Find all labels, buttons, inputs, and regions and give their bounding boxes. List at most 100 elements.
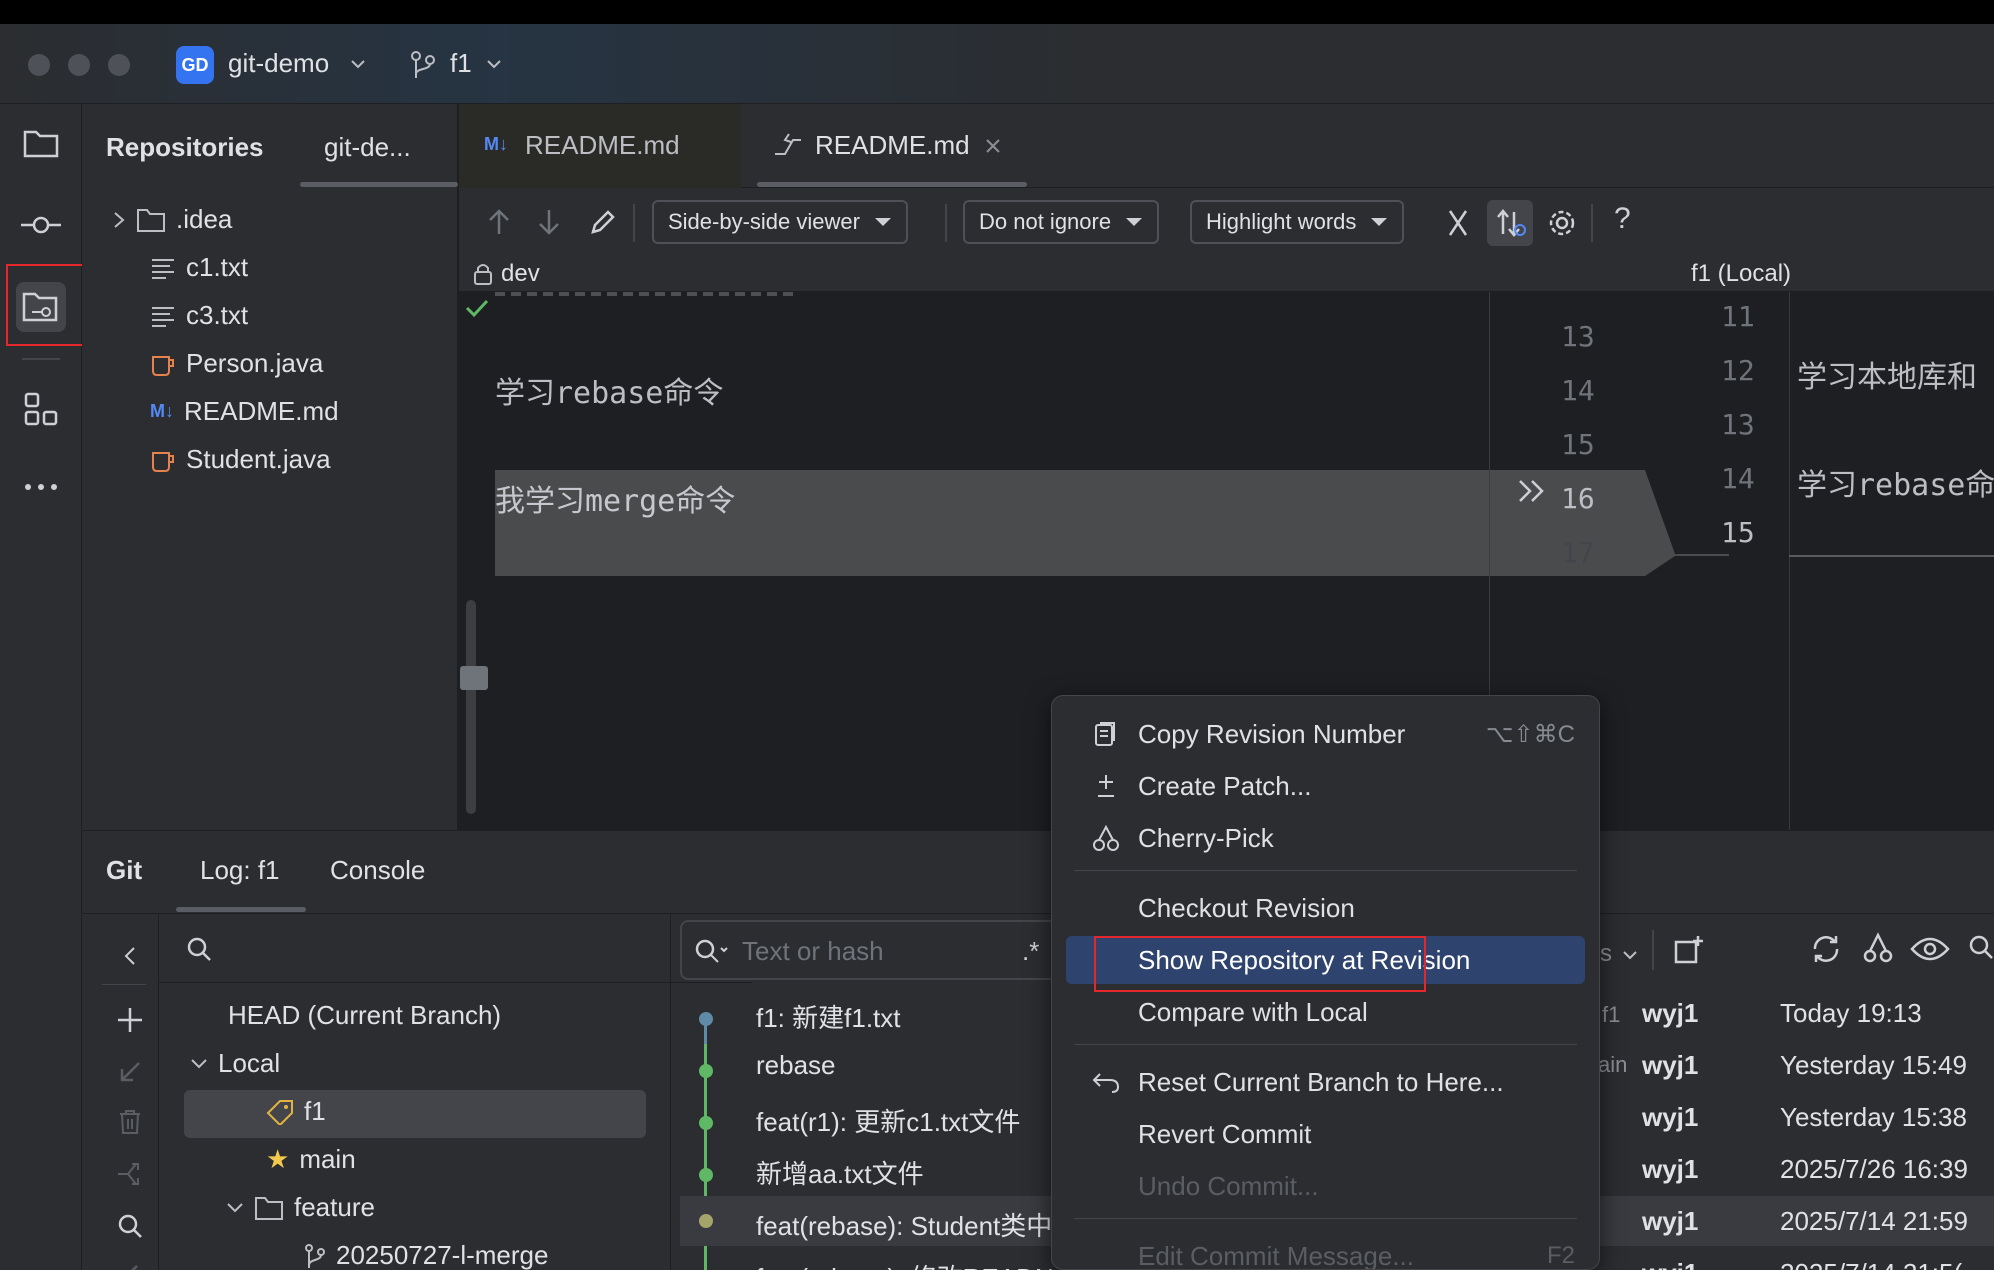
branch-group-feature[interactable]: feature — [226, 1192, 375, 1223]
lock-icon — [474, 264, 492, 285]
tab-repositories[interactable]: Repositories — [106, 132, 264, 163]
splitter-handle[interactable] — [460, 666, 488, 690]
tab-git-demo[interactable]: git-de... — [324, 132, 411, 163]
tool-divider — [102, 984, 146, 985]
markdown-icon: M↓ — [484, 134, 508, 154]
branch-f1[interactable]: f1 — [266, 1096, 326, 1127]
copy-icon — [1092, 720, 1120, 748]
selected-branch-row[interactable] — [184, 1090, 646, 1138]
checkout-icon[interactable] — [108, 1050, 152, 1094]
commit-message[interactable]: feat(rebase): Student类中 — [756, 1206, 1052, 1243]
commit-message[interactable]: feat(rebase): 修改READN — [756, 1258, 1054, 1270]
ignore-dropdown-label: Do not ignore — [979, 209, 1112, 234]
git-title: Git — [106, 855, 143, 885]
edit-icon — [591, 210, 615, 234]
minimize-window-button[interactable] — [68, 54, 90, 76]
plus-icon[interactable] — [108, 998, 152, 1042]
scrollbar[interactable] — [466, 600, 476, 814]
line-number: 13 — [1721, 408, 1755, 441]
line-number: 16 — [1561, 482, 1595, 515]
zoom-window-button[interactable] — [108, 54, 130, 76]
cherry-icon — [1092, 824, 1120, 852]
branch-head[interactable]: HEAD (Current Branch) — [228, 1000, 501, 1031]
structure-icon[interactable] — [16, 384, 66, 434]
code-line: 我学习merge命令 — [495, 484, 736, 519]
tree-file-student[interactable]: Student.java — [150, 444, 331, 475]
ignore-dropdown[interactable]: Do not ignore — [963, 200, 1160, 244]
reset-icon — [1092, 1068, 1120, 1096]
branch-main[interactable]: ★ main — [266, 1144, 356, 1175]
code-line: 学习rebase命 — [1797, 468, 1994, 503]
left-pane-title: dev — [501, 260, 540, 287]
folder-icon[interactable] — [16, 118, 66, 168]
chevron-down-icon — [1623, 951, 1637, 960]
chevron-left-icon[interactable] — [108, 934, 152, 978]
viewer-dropdown-label: Side-by-side viewer — [668, 209, 860, 234]
branch-name[interactable]: f1 — [450, 48, 472, 79]
commit-icon[interactable] — [16, 200, 66, 250]
line-number: 14 — [1561, 374, 1595, 407]
merge-icon[interactable] — [108, 1152, 152, 1196]
commit-date: 2025/7/14 21:5( — [1780, 1258, 1962, 1270]
menu-revert-commit[interactable]: Revert Commit — [1066, 1110, 1585, 1158]
tab-readme-diff[interactable]: README.md — [757, 104, 1027, 188]
stripe-divider — [22, 358, 60, 360]
commit-ref: f1 — [1602, 1002, 1621, 1027]
tab-readme-md[interactable]: M↓ README.md — [459, 104, 741, 188]
more-icon[interactable] — [16, 462, 66, 512]
tree-folder-idea[interactable]: .idea — [112, 204, 232, 235]
caret-down-icon — [1371, 218, 1388, 226]
menu-edit-message[interactable]: Edit Commit Message... F2 — [1066, 1232, 1585, 1270]
toolbar-divider — [1591, 204, 1593, 242]
commit-search-input[interactable]: Text or hash .* — [680, 920, 1060, 980]
right-pane-title: f1 (Local) — [1691, 260, 1792, 287]
branch-merge[interactable]: 20250727-l-merge — [304, 1240, 548, 1270]
commit-date: Yesterday 15:49 — [1780, 1050, 1967, 1080]
menu-undo-commit[interactable]: Undo Commit... — [1066, 1162, 1585, 1210]
viewer-dropdown[interactable]: Side-by-side viewer — [652, 200, 908, 244]
chevron-down-icon[interactable] — [350, 58, 366, 70]
commit-message[interactable]: f1: 新建f1.txt — [756, 998, 901, 1035]
menu-cherry-pick[interactable]: Cherry-Pick — [1066, 814, 1585, 862]
commit-message[interactable]: feat(r1): 更新c1.txt文件 — [756, 1102, 1020, 1139]
close-window-button[interactable] — [28, 54, 50, 76]
caret-down-icon — [874, 218, 891, 226]
tree-file-c3[interactable]: c3.txt — [150, 300, 248, 331]
regex-toggle[interactable]: .* — [1022, 936, 1039, 967]
branch-label: f1 — [304, 1096, 326, 1126]
commit-message[interactable]: 新增aa.txt文件 — [756, 1154, 924, 1191]
help-icon[interactable]: ? — [1614, 202, 1631, 236]
menu-copy-revision[interactable]: Copy Revision Number ⌥⇧⌘C — [1066, 710, 1585, 758]
sync-scroll-icon — [1497, 209, 1526, 237]
commit-author: wyj1 — [1642, 998, 1699, 1028]
menu-checkout-revision[interactable]: Checkout Revision — [1066, 884, 1585, 932]
search-icon — [187, 937, 211, 961]
commit-dot — [699, 1214, 713, 1228]
tree-file-person[interactable]: Person.java — [150, 348, 323, 379]
highlight-dropdown[interactable]: Highlight words — [1190, 200, 1405, 244]
menu-shortcut: ⌥⇧⌘C — [1485, 720, 1575, 748]
commit-message[interactable]: rebase — [756, 1050, 836, 1081]
tree-file-readme[interactable]: M↓ README.md — [150, 396, 339, 427]
filter-label[interactable]: s — [1600, 940, 1612, 968]
tool-window-stripe — [0, 104, 112, 1270]
tree-file-c1[interactable]: c1.txt — [150, 252, 248, 283]
line-number: 13 — [1561, 320, 1595, 353]
project-badge: GD — [176, 46, 214, 84]
tab-console[interactable]: Console — [330, 855, 425, 886]
project-name[interactable]: git-demo — [228, 48, 329, 79]
menu-compare-local[interactable]: Compare with Local — [1066, 988, 1585, 1036]
branch-group-label: feature — [294, 1192, 375, 1222]
trash-icon[interactable] — [108, 1100, 152, 1144]
tab-log[interactable]: Log: f1 — [200, 855, 280, 886]
expand-icon[interactable] — [108, 1252, 152, 1270]
chevron-down-icon — [227, 1202, 243, 1212]
commit-author: wyj1 — [1642, 1050, 1699, 1080]
menu-create-patch[interactable]: Create Patch... — [1066, 762, 1585, 810]
search-icon[interactable] — [108, 1204, 152, 1248]
chevron-down-icon[interactable] — [486, 58, 502, 70]
branch-group-local[interactable]: Local — [190, 1048, 280, 1079]
menu-reset-branch[interactable]: Reset Current Branch to Here... — [1066, 1058, 1585, 1106]
commit-date: Yesterday 15:38 — [1780, 1102, 1967, 1132]
sync-scroll-button[interactable] — [1487, 200, 1533, 246]
